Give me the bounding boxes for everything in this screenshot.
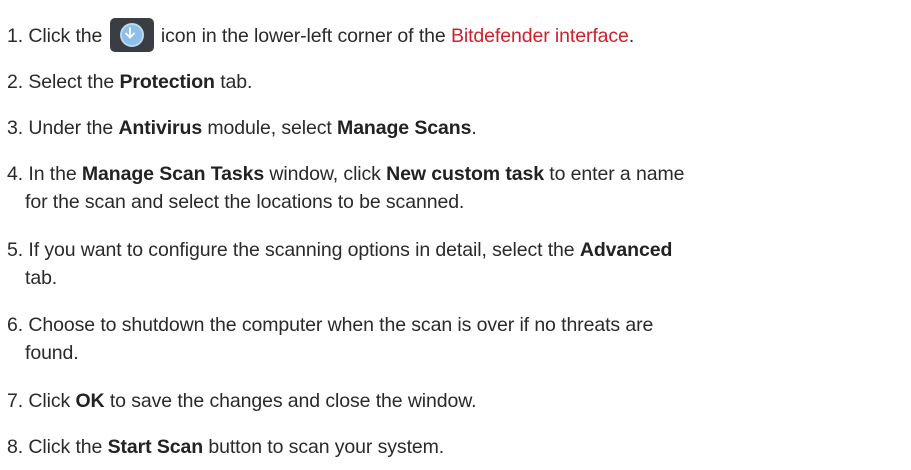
protection-label: Protection: [119, 71, 215, 93]
step-text: Click: [23, 390, 76, 412]
step-text: Click the: [23, 25, 108, 47]
step-number: 3.: [7, 117, 24, 139]
step-number: 1.: [7, 25, 24, 47]
step-7: 7. Click OK to save the changes and clos…: [7, 387, 897, 415]
step-text: .: [471, 117, 477, 139]
manage-scan-tasks-label: Manage Scan Tasks: [81, 163, 265, 185]
step-text: icon in the lower-left corner of the: [155, 25, 451, 47]
new-custom-task-label: New custom task: [386, 163, 544, 185]
step-text: Choose to shutdown the computer when the…: [23, 314, 654, 336]
download-arrow-icon: [109, 18, 154, 52]
step-5: 5. If you want to configure the scanning…: [7, 236, 897, 292]
step-text: to enter a name: [543, 163, 685, 185]
step-2: 2. Select the Protection tab.: [7, 68, 897, 96]
step-number: 6.: [7, 314, 24, 336]
step-number: 8.: [7, 436, 24, 458]
step-text: Click the: [23, 436, 108, 458]
step-number: 4.: [7, 163, 24, 185]
bitdefender-interface-link[interactable]: Bitdefender interface: [451, 25, 629, 47]
step-text: button to scan your system.: [203, 436, 445, 458]
step-6: 6. Choose to shutdown the computer when …: [7, 311, 897, 367]
step-4: 4. In the Manage Scan Tasks window, clic…: [7, 160, 897, 216]
step-text: In the: [23, 163, 82, 185]
step-8: 8. Click the Start Scan button to scan y…: [7, 433, 897, 461]
step-text: Under the: [23, 117, 119, 139]
start-scan-label: Start Scan: [107, 436, 204, 458]
step-number: 2.: [7, 71, 24, 93]
advanced-label: Advanced: [579, 239, 673, 261]
ok-label: OK: [75, 390, 105, 412]
manage-scans-label: Manage Scans: [337, 117, 472, 139]
step-text: If you want to configure the scanning op…: [23, 239, 580, 261]
step-number: 7.: [7, 390, 24, 412]
step-text: window, click: [264, 163, 387, 185]
step-text: module, select: [202, 117, 338, 139]
step-text: tab.: [214, 71, 253, 93]
step-number: 5.: [7, 239, 24, 261]
step-text: .: [628, 25, 635, 47]
step-text-continued: for the scan and select the locations to…: [25, 191, 465, 213]
step-1: 1. Click the icon in the lower-left corn…: [7, 18, 897, 52]
antivirus-label: Antivirus: [118, 117, 203, 139]
step-text-continued: tab.: [25, 267, 58, 289]
step-text-continued: found.: [25, 342, 79, 364]
step-text: Select the: [23, 71, 120, 93]
step-text: to save the changes and close the window…: [104, 390, 477, 412]
step-3: 3. Under the Antivirus module, select Ma…: [7, 114, 897, 142]
